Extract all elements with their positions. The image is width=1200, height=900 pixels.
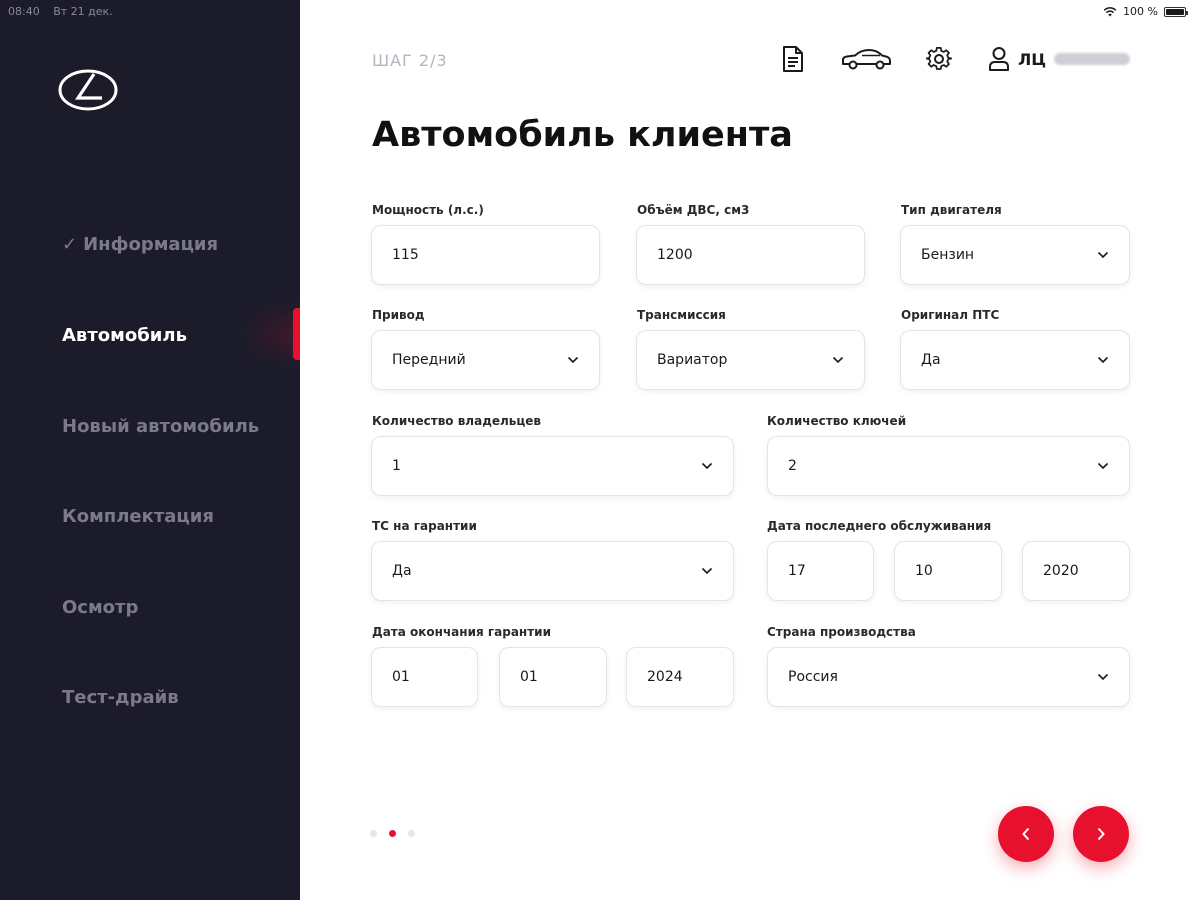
wifi-icon <box>1103 6 1117 16</box>
country-select[interactable]: Россия <box>767 647 1130 707</box>
drive-select[interactable]: Передний <box>371 330 600 390</box>
chevron-left-icon <box>1022 827 1030 841</box>
power-label: Мощность (л.с.) <box>372 203 484 217</box>
page-dot-active <box>389 830 396 837</box>
sidebar-item-label: Новый автомобиль <box>62 416 260 437</box>
check-icon: ✓ <box>62 234 78 255</box>
chevron-down-icon <box>832 356 844 364</box>
transmission-select[interactable]: Вариатор <box>636 330 865 390</box>
owners-label: Количество владельцев <box>372 414 542 428</box>
page-dot <box>370 830 377 837</box>
status-time: 08:40 <box>8 5 40 18</box>
page-title: Автомобиль клиента <box>372 115 793 155</box>
battery-percent: 100 % <box>1123 5 1158 18</box>
chevron-down-icon <box>1097 356 1109 364</box>
chevron-down-icon <box>701 462 713 470</box>
sidebar-item-car[interactable]: Автомобиль <box>62 325 187 346</box>
last-service-day-value: 17 <box>788 563 806 579</box>
last-service-month-input[interactable]: 10 <box>894 541 1002 601</box>
sidebar: ✓ Информация Автомобиль Новый автомобиль … <box>0 0 300 900</box>
car-button[interactable] <box>840 44 892 74</box>
country-label: Страна производства <box>767 625 916 639</box>
transmission-value: Вариатор <box>657 352 728 368</box>
sidebar-item-test-drive[interactable]: Тест-драйв <box>62 687 179 708</box>
sidebar-item-equipment[interactable]: Комплектация <box>62 506 214 527</box>
status-left: 08:40 Вт 21 дек. <box>8 5 123 18</box>
lexus-logo <box>58 69 118 111</box>
engine-type-select[interactable]: Бензин <box>900 225 1130 285</box>
user-icon <box>989 47 1009 71</box>
active-item-glow <box>240 300 300 368</box>
drive-value: Передний <box>392 352 466 368</box>
keys-value: 2 <box>788 458 797 474</box>
sidebar-item-label: Осмотр <box>62 597 139 618</box>
car-icon <box>842 49 891 70</box>
warranty-label: ТС на гарантии <box>372 519 477 533</box>
document-icon <box>783 46 803 72</box>
warranty-end-month-value: 01 <box>520 669 538 685</box>
last-service-year-input[interactable]: 2020 <box>1022 541 1130 601</box>
transmission-label: Трансмиссия <box>637 308 726 322</box>
warranty-end-label: Дата окончания гарантии <box>372 625 551 639</box>
drive-label: Привод <box>372 308 425 322</box>
gear-icon <box>926 47 952 70</box>
original-pts-select[interactable]: Да <box>900 330 1130 390</box>
warranty-value: Да <box>392 563 412 579</box>
sidebar-item-label: Тест-драйв <box>62 687 179 708</box>
page-dot <box>408 830 415 837</box>
keys-label: Количество ключей <box>767 414 907 428</box>
battery-icon <box>1164 6 1188 17</box>
user-menu[interactable]: ЛЦ <box>988 44 1131 74</box>
page-dots <box>370 830 415 837</box>
user-label: ЛЦ <box>1018 49 1047 69</box>
sidebar-item-label: Комплектация <box>62 506 214 527</box>
chevron-down-icon <box>1097 251 1109 259</box>
country-value: Россия <box>788 669 838 685</box>
last-service-label: Дата последнего обслуживания <box>767 519 992 533</box>
last-service-month-value: 10 <box>915 563 933 579</box>
owners-value: 1 <box>392 458 401 474</box>
user-name-redacted <box>1054 53 1131 65</box>
chevron-down-icon <box>567 356 579 364</box>
last-service-day-input[interactable]: 17 <box>767 541 874 601</box>
sidebar-item-information[interactable]: ✓ Информация <box>62 234 218 255</box>
sidebar-item-new-car[interactable]: Новый автомобиль <box>62 416 259 437</box>
sidebar-item-inspection[interactable]: Осмотр <box>62 597 138 618</box>
warranty-end-year-value: 2024 <box>647 669 683 685</box>
original-pts-label: Оригинал ПТС <box>901 308 1000 322</box>
chevron-down-icon <box>1097 462 1109 470</box>
power-input[interactable]: 115 <box>371 225 600 285</box>
sidebar-item-label: Автомобиль <box>62 325 187 346</box>
status-date: Вт 21 дек. <box>53 5 113 18</box>
chevron-down-icon <box>701 567 713 575</box>
chevron-down-icon <box>1097 673 1109 681</box>
original-pts-value: Да <box>921 352 941 368</box>
engine-volume-input[interactable]: 1200 <box>636 225 865 285</box>
chevron-right-icon <box>1097 827 1105 841</box>
sidebar-item-label: Информация <box>83 234 219 255</box>
warranty-end-month-input[interactable]: 01 <box>499 647 607 707</box>
warranty-end-day-value: 01 <box>392 669 410 685</box>
next-button[interactable] <box>1073 806 1129 862</box>
engine-type-value: Бензин <box>921 247 975 263</box>
owners-select[interactable]: 1 <box>371 436 734 496</box>
engine-volume-label: Объём ДВС, см3 <box>637 203 750 217</box>
engine-type-label: Тип двигателя <box>901 203 1002 217</box>
active-indicator <box>293 308 300 360</box>
power-value: 115 <box>392 247 419 263</box>
keys-select[interactable]: 2 <box>767 436 1130 496</box>
step-indicator: ШАГ 2/3 <box>372 51 448 70</box>
document-button[interactable] <box>781 44 805 74</box>
warranty-end-year-input[interactable]: 2024 <box>626 647 734 707</box>
last-service-year-value: 2020 <box>1043 563 1079 579</box>
warranty-select[interactable]: Да <box>371 541 734 601</box>
previous-button[interactable] <box>998 806 1054 862</box>
status-bar: 08:40 Вт 21 дек. 100 % <box>0 0 1200 24</box>
warranty-end-day-input[interactable]: 01 <box>371 647 478 707</box>
status-right: 100 % <box>1103 5 1188 18</box>
settings-button[interactable] <box>926 44 952 74</box>
engine-volume-value: 1200 <box>657 247 693 263</box>
